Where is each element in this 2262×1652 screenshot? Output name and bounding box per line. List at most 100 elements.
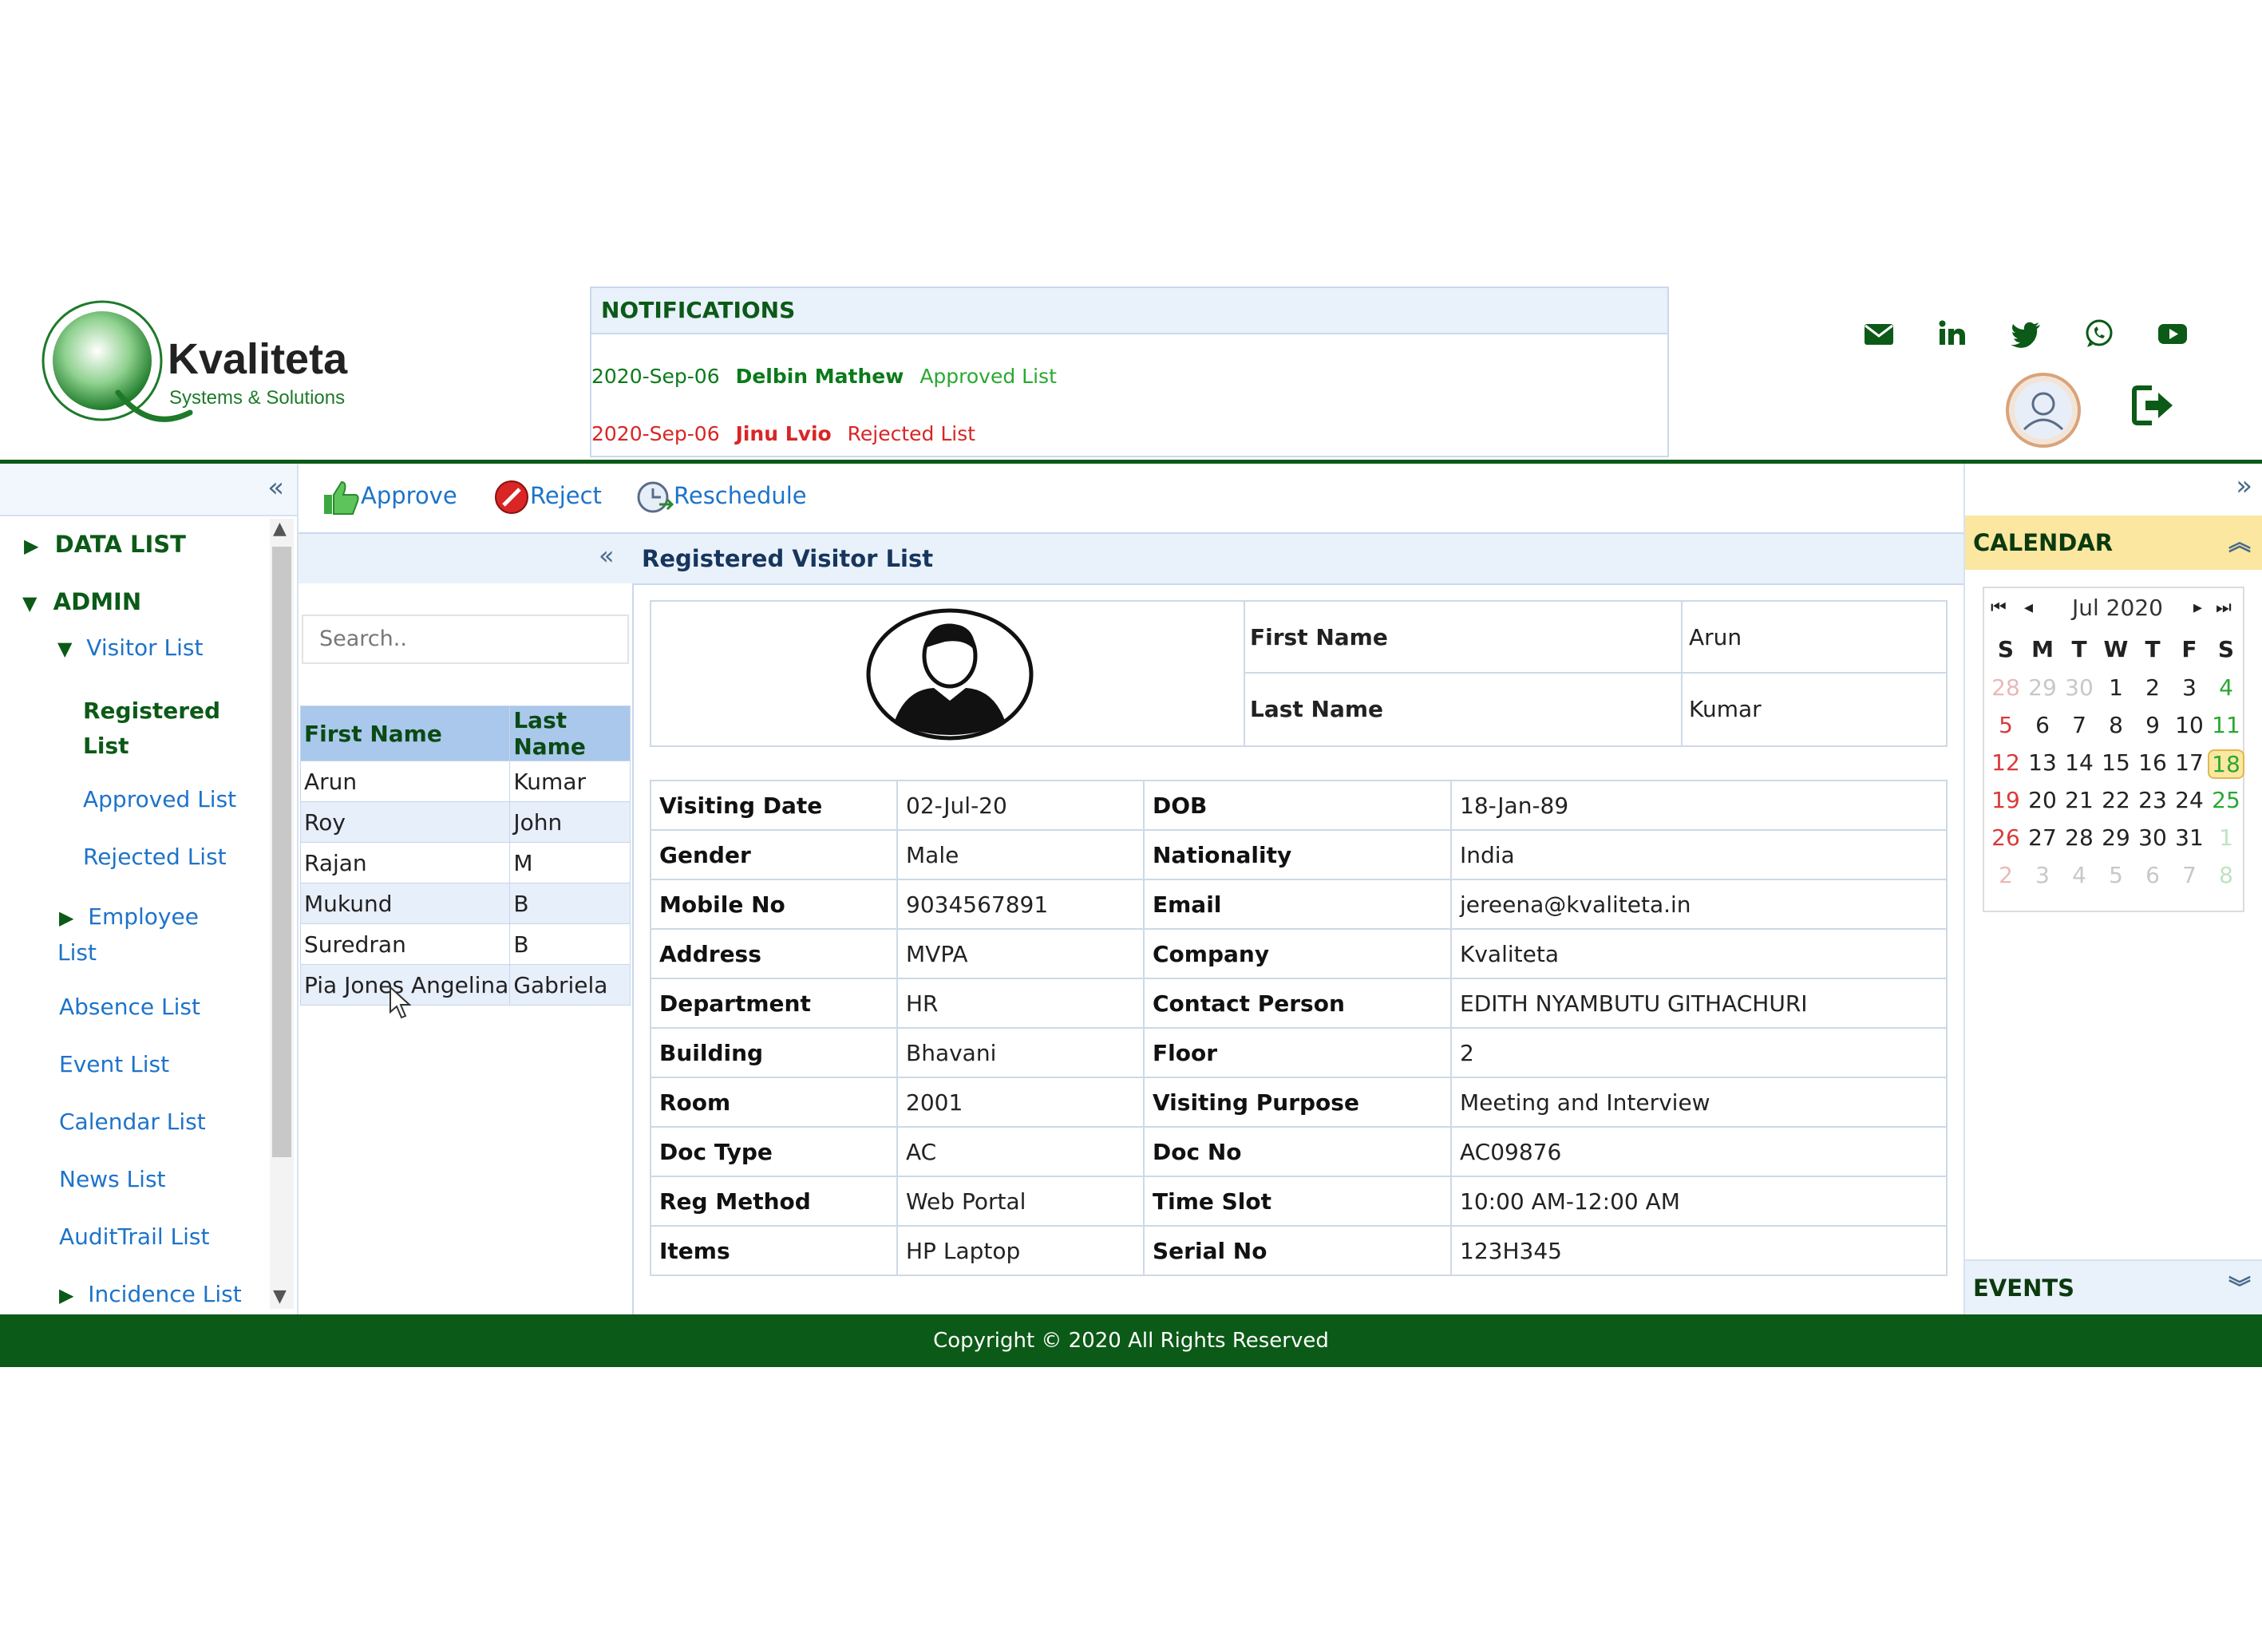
table-row[interactable]: Pia Jones Angelina Gabriela xyxy=(299,964,631,1006)
calendar-day[interactable]: 23 xyxy=(2134,787,2171,813)
calendar-day[interactable]: 27 xyxy=(2024,824,2061,851)
calendar-day[interactable]: 19 xyxy=(1987,787,2024,813)
weekday-label: S xyxy=(2217,636,2235,662)
sidebar-item-label: List xyxy=(57,939,97,966)
column-header-first-name[interactable]: First Name xyxy=(299,705,511,761)
search-input[interactable]: Search.. xyxy=(302,615,629,664)
detail-label: Room xyxy=(650,1077,898,1128)
linkedin-icon[interactable] xyxy=(1935,316,1970,351)
chevron-down-icon[interactable]: ︾ xyxy=(2228,1261,2251,1315)
calendar-day[interactable]: 8 xyxy=(2098,712,2134,738)
mail-icon[interactable] xyxy=(1861,316,1896,351)
chevron-up-icon[interactable]: ︽ xyxy=(2228,516,2251,570)
table-row[interactable]: Roy John xyxy=(299,801,631,843)
sidebar-item-visitor-list[interactable]: ▼ Visitor List xyxy=(57,634,203,661)
calendar-day[interactable]: 14 xyxy=(2061,749,2098,776)
calendar-day[interactable]: 28 xyxy=(1987,674,2024,701)
calendar-day[interactable]: 4 xyxy=(2208,674,2244,701)
calendar-day[interactable]: 2 xyxy=(2134,674,2171,701)
calendar-day[interactable]: 4 xyxy=(2061,862,2098,888)
calendar-day[interactable]: 6 xyxy=(2024,712,2061,738)
calendar-day[interactable]: 25 xyxy=(2208,787,2244,813)
next-month-icon[interactable]: ▸ xyxy=(2193,598,2202,618)
prev-month-icon[interactable]: ◂ xyxy=(2024,598,2033,618)
calendar-day[interactable]: 9 xyxy=(2134,712,2171,738)
calendar-day[interactable]: 3 xyxy=(2024,862,2061,888)
calendar-day[interactable]: 17 xyxy=(2171,749,2208,776)
calendar-day[interactable]: 5 xyxy=(2098,862,2134,888)
approve-button[interactable]: Approve xyxy=(321,477,457,517)
calendar-day[interactable]: 20 xyxy=(2024,787,2061,813)
calendar-day[interactable]: 21 xyxy=(2061,787,2098,813)
calendar-day[interactable]: 2 xyxy=(1987,862,2024,888)
calendar-day[interactable]: 31 xyxy=(2171,824,2208,851)
calendar-day[interactable]: 16 xyxy=(2134,749,2171,776)
calendar-day[interactable]: 10 xyxy=(2171,712,2208,738)
calendar-day[interactable]: 1 xyxy=(2098,674,2134,701)
column-header-last-name[interactable]: Last Name xyxy=(509,705,631,761)
prev-year-icon[interactable]: ⏮ xyxy=(1991,598,2007,618)
reject-button[interactable]: Reject xyxy=(493,479,602,516)
scroll-down-icon[interactable]: ▼ xyxy=(273,1286,287,1306)
calendar-day[interactable]: 18 xyxy=(2208,749,2244,779)
approve-label: Approve xyxy=(361,482,457,509)
whatsapp-icon[interactable] xyxy=(2082,316,2117,351)
scroll-up-icon[interactable]: ▲ xyxy=(273,519,287,539)
reschedule-button[interactable]: Reschedule xyxy=(635,479,807,516)
sidebar-item-employee-list[interactable]: ▶ Employee List xyxy=(57,899,199,970)
table-row[interactable]: Arun Kumar xyxy=(299,761,631,802)
expand-right-panel-icon[interactable]: » xyxy=(2236,470,2252,502)
calendar-day[interactable]: 30 xyxy=(2134,824,2171,851)
calendar-day[interactable]: 5 xyxy=(1987,712,2024,738)
calendar-day[interactable]: 30 xyxy=(2061,674,2098,701)
events-header[interactable]: EVENTS ︾ xyxy=(1965,1259,2262,1315)
sidebar-item-registered-list[interactable]: Registered List xyxy=(83,694,220,764)
calendar-day[interactable]: 8 xyxy=(2208,862,2244,888)
sidebar-item-calendar-list[interactable]: Calendar List xyxy=(59,1109,206,1135)
calendar-day[interactable]: 1 xyxy=(2208,824,2244,851)
sidebar-item-approved-list[interactable]: Approved List xyxy=(83,786,236,812)
sidebar-item-news-list[interactable]: News List xyxy=(59,1166,166,1192)
sidebar-item-rejected-list[interactable]: Rejected List xyxy=(83,844,227,870)
sidebar-scrollbar-thumb[interactable] xyxy=(272,547,291,1157)
detail-label: Floor xyxy=(1143,1027,1452,1078)
logout-icon[interactable] xyxy=(2130,381,2177,429)
table-row[interactable]: Mukund B xyxy=(299,883,631,924)
detail-label: Reg Method xyxy=(650,1176,898,1227)
notification-item[interactable]: 2020-Sep-06 Delbin Mathew Approved List xyxy=(591,365,1066,388)
next-year-icon[interactable]: ⏭ xyxy=(2216,598,2232,618)
table-row[interactable]: Rajan M xyxy=(299,842,631,883)
sidebar-item-event-list[interactable]: Event List xyxy=(59,1051,169,1077)
sidebar-item-admin[interactable]: ▼ ADMIN xyxy=(22,588,141,615)
collapse-list-icon[interactable]: « xyxy=(599,540,615,571)
calendar-day[interactable]: 11 xyxy=(2208,712,2244,738)
sidebar-item-audittrail-list[interactable]: AuditTrail List xyxy=(59,1223,210,1250)
calendar-day[interactable]: 29 xyxy=(2024,674,2061,701)
calendar-day[interactable]: 13 xyxy=(2024,749,2061,776)
profile-avatar[interactable] xyxy=(2005,372,2082,449)
twitter-icon[interactable] xyxy=(2008,316,2043,351)
detail-label: Doc No xyxy=(1143,1126,1452,1177)
calendar-day[interactable]: 24 xyxy=(2171,787,2208,813)
calendar-day[interactable]: 12 xyxy=(1987,749,2024,776)
last-name-cell: Gabriela xyxy=(509,964,631,1006)
calendar-header[interactable]: CALENDAR ︽ xyxy=(1965,516,2262,570)
calendar-day[interactable]: 22 xyxy=(2098,787,2134,813)
table-row[interactable]: Suredran B xyxy=(299,923,631,965)
calendar-day[interactable]: 7 xyxy=(2061,712,2098,738)
calendar-day[interactable]: 26 xyxy=(1987,824,2024,851)
youtube-icon[interactable] xyxy=(2155,316,2190,351)
calendar-day[interactable]: 15 xyxy=(2098,749,2134,776)
calendar-day[interactable]: 7 xyxy=(2171,862,2208,888)
calendar-day[interactable]: 29 xyxy=(2098,824,2134,851)
calendar-month-label[interactable]: Jul 2020 xyxy=(2072,595,2163,621)
calendar-day[interactable]: 3 xyxy=(2171,674,2208,701)
sidebar-item-data-list[interactable]: ▶ DATA LIST xyxy=(24,531,186,558)
sidebar-item-incidence-list[interactable]: ▶ Incidence List xyxy=(59,1281,242,1307)
sidebar-item-absence-list[interactable]: Absence List xyxy=(59,994,200,1020)
notification-item[interactable]: 2020-Sep-06 Jinu Lvio Rejected List xyxy=(591,422,985,445)
calendar-day[interactable]: 6 xyxy=(2134,862,2171,888)
collapse-sidebar-icon[interactable]: « xyxy=(267,472,284,504)
calendar-day[interactable]: 28 xyxy=(2061,824,2098,851)
detail-label: Building xyxy=(650,1027,898,1078)
